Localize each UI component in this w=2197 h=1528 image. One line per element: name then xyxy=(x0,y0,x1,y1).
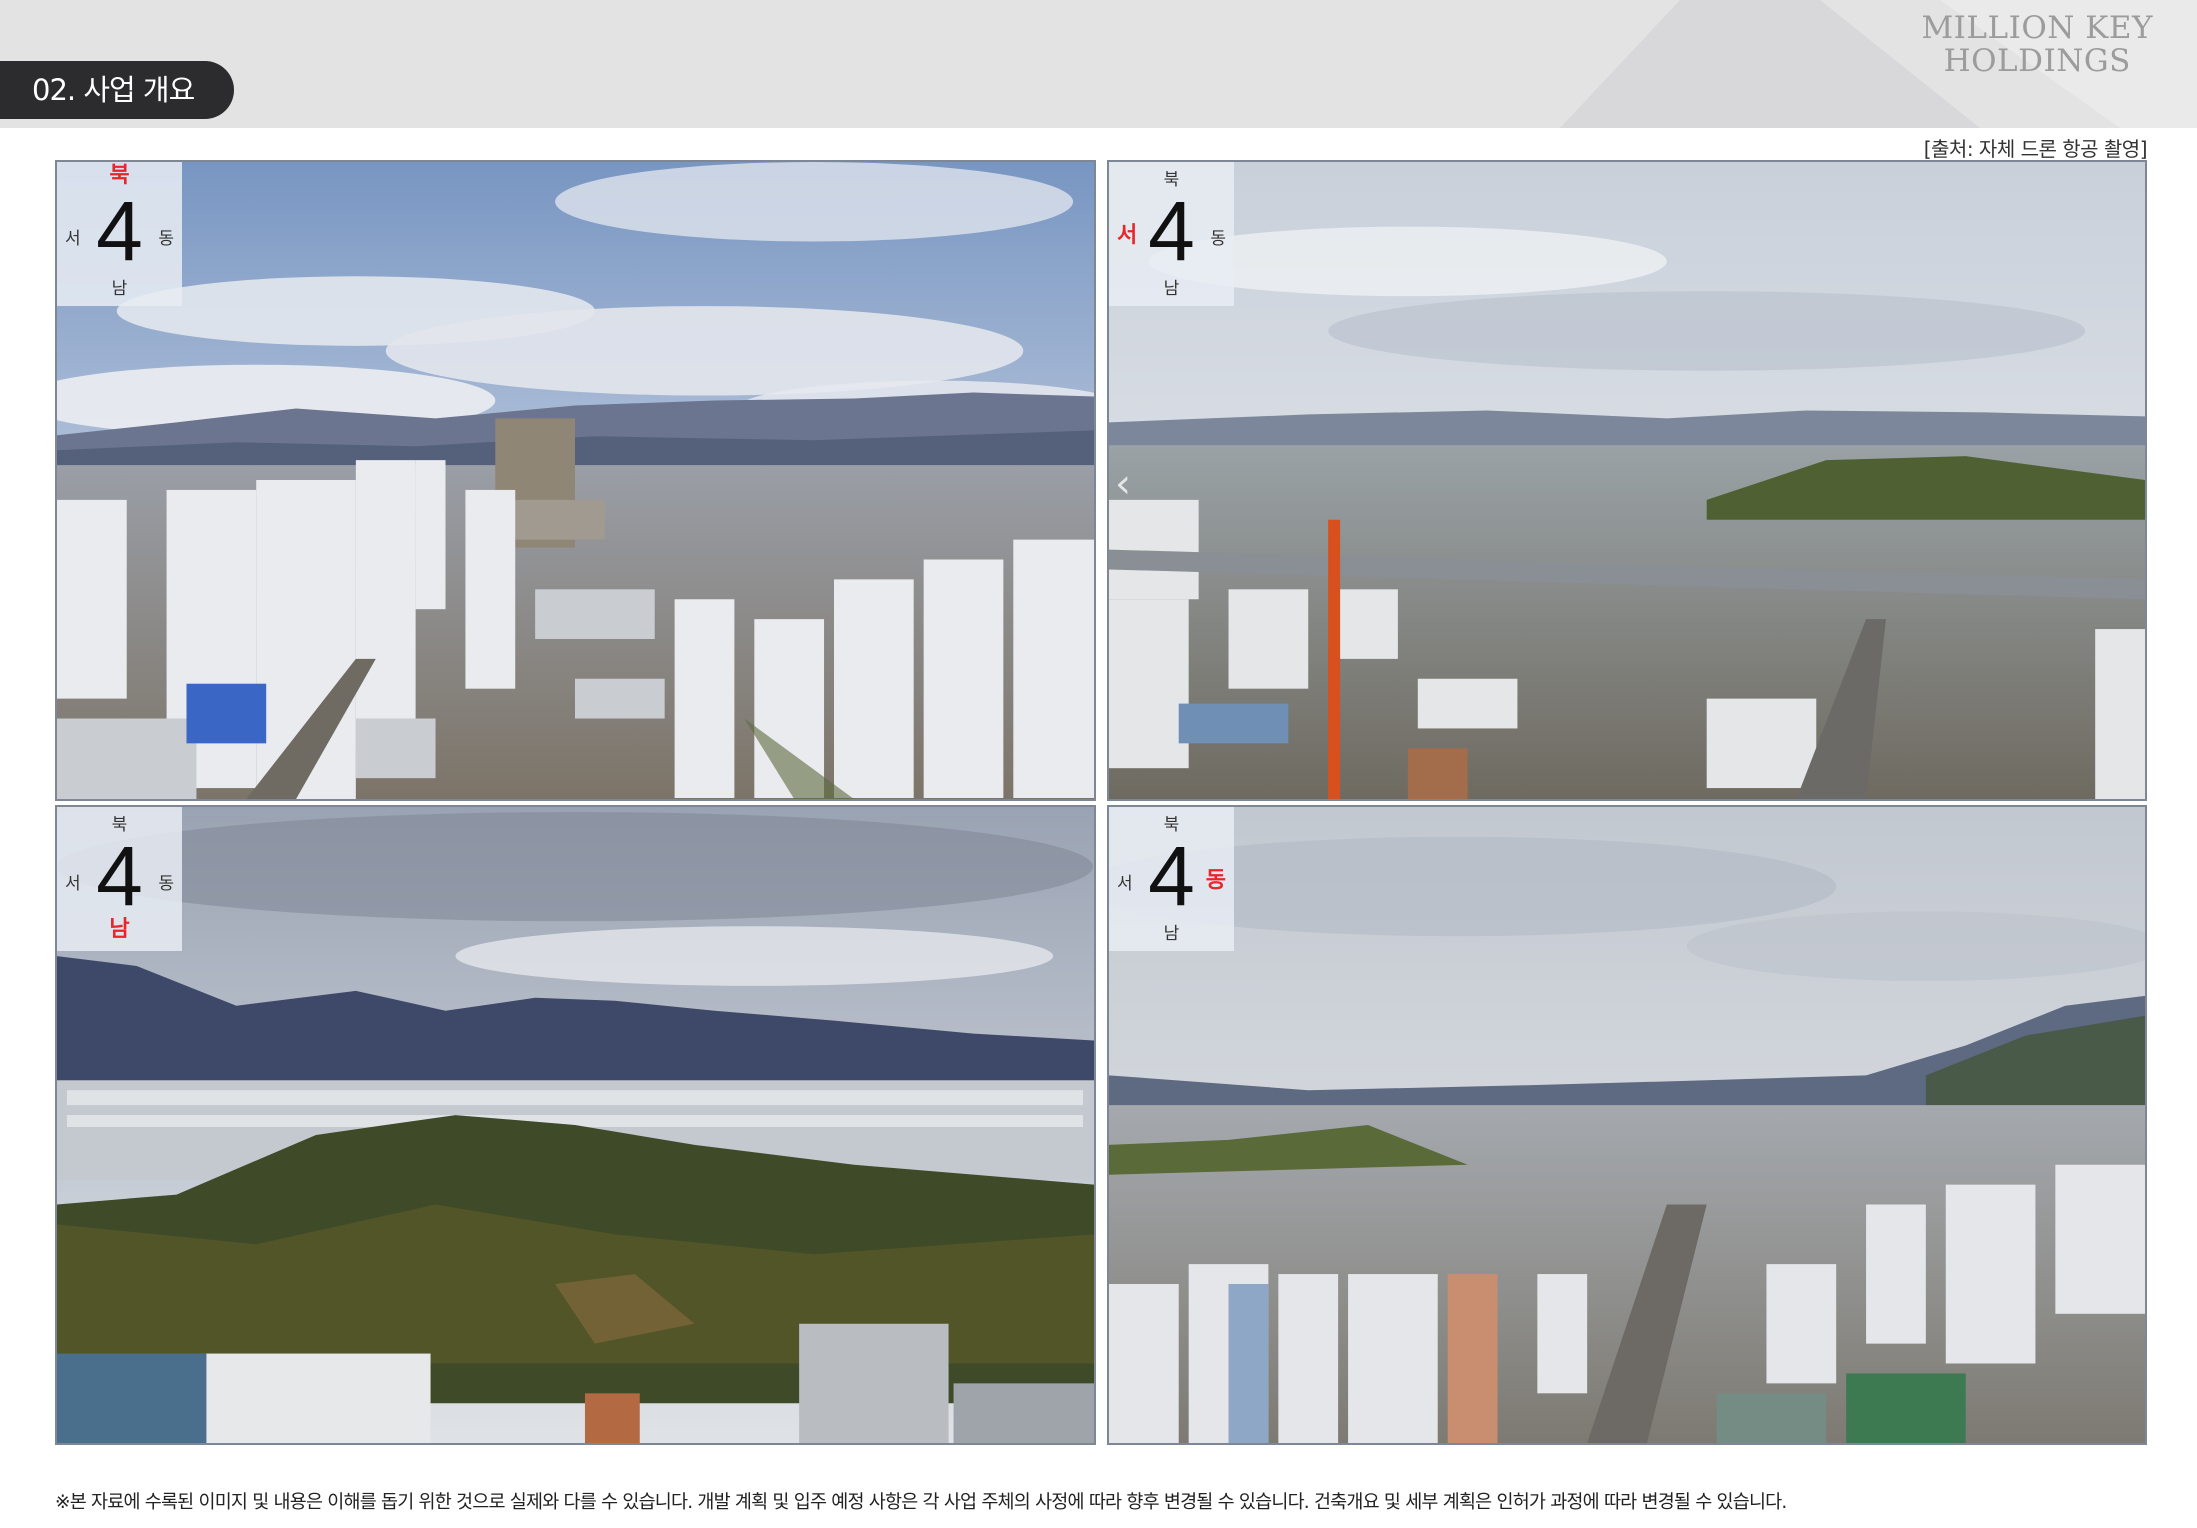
aerial-photo-west: ‹ 북 서 4 동 남 xyxy=(1107,160,2147,801)
disclaimer-note: ※본 자료에 수록된 이미지 및 내용은 이해를 돕기 위한 것으로 실제와 다… xyxy=(55,1492,1787,1513)
brand-line-2: HOLDINGS xyxy=(1943,43,2131,79)
compass-south-label: 남 xyxy=(111,279,128,299)
aerial-photo-south: 북 서 4 동 남 xyxy=(55,805,1096,1445)
aerial-photo-north: 북 서 4 동 남 xyxy=(55,160,1096,801)
aerial-photo-east-image xyxy=(1109,807,2145,1443)
aerial-photo-east: 북 서 4 동 남 xyxy=(1107,805,2147,1445)
aerial-photo-south-image xyxy=(57,807,1094,1443)
source-note: [출처: 자체 드론 항공 촬영] xyxy=(1923,137,2148,161)
aerial-photo-west-image xyxy=(1109,162,2145,799)
compass-badge: 북 서 4 동 남 xyxy=(1109,162,1234,306)
compass-east-label: 동 xyxy=(1210,229,1226,249)
compass-north-label: 북 xyxy=(109,163,130,188)
compass-east-label: 동 xyxy=(1205,868,1226,893)
compass-badge: 북 서 4 동 남 xyxy=(1109,807,1234,951)
compass-badge: 북 서 4 동 남 xyxy=(57,807,182,951)
section-tab: 02. 사업 개요 xyxy=(0,61,234,119)
compass-south-label: 남 xyxy=(1163,924,1180,944)
compass-badge: 북 서 4 동 남 xyxy=(57,162,182,306)
previous-arrow-icon[interactable]: ‹ xyxy=(1115,464,1131,504)
brand-logo: MILLION KEY HOLDINGS xyxy=(1921,12,2153,78)
aerial-photo-north-image xyxy=(57,162,1094,799)
page-header: 02. 사업 개요 MILLION KEY HOLDINGS xyxy=(0,0,2197,128)
compass-south-label: 남 xyxy=(1163,279,1180,299)
compass-east-label: 동 xyxy=(158,874,174,894)
brand-line-1: MILLION KEY xyxy=(1921,10,2153,46)
compass-south-label: 남 xyxy=(109,917,130,942)
compass-east-label: 동 xyxy=(158,229,174,249)
